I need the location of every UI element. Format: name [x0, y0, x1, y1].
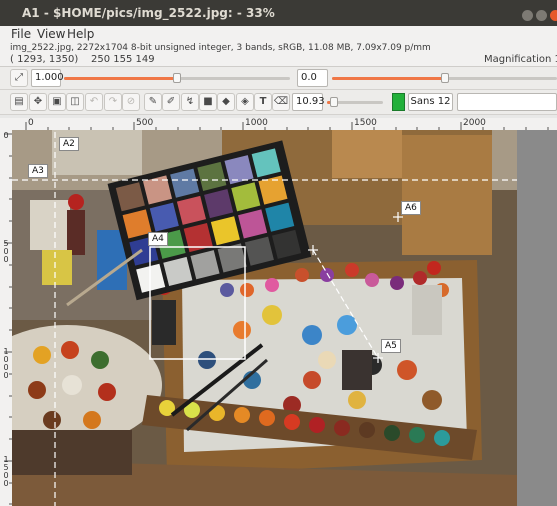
minimize-button[interactable]: [522, 10, 533, 21]
ruler-label-text: 0: [3, 131, 9, 140]
smudge-tool-button[interactable]: ↯: [181, 93, 199, 111]
ruler-label: 2000: [463, 118, 486, 128]
scale-reset-button[interactable]: ⤢: [10, 69, 28, 87]
window-title: A1 - $HOME/pics/img_2522.jpg: - 33%: [22, 6, 275, 20]
fill-icon: ◆: [222, 96, 230, 107]
crop-icon: ▣: [52, 96, 62, 107]
scale-slider-fill: [64, 77, 177, 80]
undo-icon: ↶: [89, 96, 99, 107]
cancel-button[interactable]: ⊘: [122, 93, 140, 111]
offset-input[interactable]: 0.0: [297, 69, 328, 87]
photo-image: [12, 130, 557, 506]
line-width-slider-handle[interactable]: [330, 97, 338, 107]
fill-tool-button[interactable]: ◆: [217, 93, 235, 111]
image-info-bar: img_2522.jpg, 2272x1704 8-bit unsigned i…: [0, 43, 557, 67]
scale-toolbar: ⤢ 1.000 0.0: [0, 67, 557, 90]
ruler-label: 0: [2, 132, 10, 140]
ruler-label: 1000: [245, 118, 268, 128]
menu-bar: File View Help: [0, 26, 557, 43]
annotation-label-a5[interactable]: A5: [381, 339, 401, 353]
redo-icon: ↷: [108, 96, 118, 107]
ruler-label-text: 500: [3, 239, 9, 264]
crop-button[interactable]: ▣: [48, 93, 66, 111]
rectangle-icon: ■: [203, 96, 213, 107]
cancel-icon: ⊘: [126, 96, 136, 107]
cursor-coordinates: ( 1293, 1350): [10, 54, 79, 65]
annotation-label-a2[interactable]: A2: [59, 137, 79, 151]
title-bar: A1 - $HOME/pics/img_2522.jpg: - 33%: [0, 0, 557, 26]
font-button[interactable]: Sans 12: [408, 93, 453, 111]
fit-icon: ⤢: [15, 72, 23, 83]
ruler-label-text: 1500: [3, 455, 9, 488]
eraser-icon: ⌫: [273, 96, 289, 107]
pixel-value: 250 155 149: [91, 54, 155, 65]
text-entry[interactable]: [457, 93, 557, 111]
maximize-button[interactable]: [536, 10, 547, 21]
flood-fill-tool-button[interactable]: ◈: [236, 93, 254, 111]
redo-button[interactable]: ↷: [104, 93, 122, 111]
smudge-icon: ↯: [185, 96, 195, 107]
move-icon: ✥: [33, 96, 43, 107]
image-canvas[interactable]: A2 A3 A4 A5 A6: [12, 130, 557, 506]
offset-slider-handle[interactable]: [441, 73, 449, 83]
rectangle-tool-button[interactable]: ■: [199, 93, 217, 111]
ruler-label: 0: [28, 118, 34, 128]
undo-button[interactable]: ↶: [85, 93, 103, 111]
ruler-label: 1000: [2, 348, 10, 380]
fit-icon: ◫: [70, 96, 80, 107]
document-button[interactable]: ▤: [10, 93, 28, 111]
annotation-label-a3[interactable]: A3: [28, 164, 48, 178]
document-icon: ▤: [14, 96, 24, 107]
ruler-label: 500: [2, 240, 10, 264]
offset-slider-fill: [332, 77, 445, 80]
fit-button[interactable]: ◫: [66, 93, 84, 111]
text-tool-button[interactable]: T: [254, 93, 272, 111]
flood-fill-icon: ◈: [241, 96, 249, 107]
menu-view[interactable]: View: [37, 27, 65, 41]
brush-tool-button[interactable]: ✐: [162, 93, 180, 111]
scale-slider-handle[interactable]: [173, 73, 181, 83]
ink-color-button[interactable]: [392, 93, 405, 111]
menu-help[interactable]: Help: [67, 27, 94, 41]
eraser-tool-button[interactable]: ⌫: [272, 93, 290, 111]
pen-icon: ✎: [148, 96, 158, 107]
text-icon: T: [259, 96, 267, 107]
move-button[interactable]: ✥: [29, 93, 47, 111]
magnification-label: Magnification 1:3: [484, 54, 557, 65]
paint-toolbar: ▤ ✥ ▣ ◫ ↶ ↷ ⊘ ✎ ✐ ↯ ■ ◆ ◈ T ⌫ 10.93 Sans…: [0, 90, 557, 115]
scale-input[interactable]: 1.000: [31, 69, 64, 87]
ruler-label: 500: [136, 118, 154, 128]
image-details: img_2522.jpg, 2272x1704 8-bit unsigned i…: [10, 43, 431, 53]
line-width-input[interactable]: 10.93: [292, 93, 325, 111]
pen-tool-button[interactable]: ✎: [144, 93, 162, 111]
ruler-label: 1500: [354, 118, 377, 128]
close-button[interactable]: [550, 10, 557, 21]
menu-file[interactable]: File: [11, 27, 31, 41]
annotation-label-a4[interactable]: A4: [148, 232, 168, 246]
annotation-label-a6[interactable]: A6: [401, 201, 421, 215]
ruler-label-text: 1000: [3, 347, 9, 380]
brush-icon: ✐: [166, 96, 176, 107]
ruler-label: 1500: [2, 456, 10, 488]
